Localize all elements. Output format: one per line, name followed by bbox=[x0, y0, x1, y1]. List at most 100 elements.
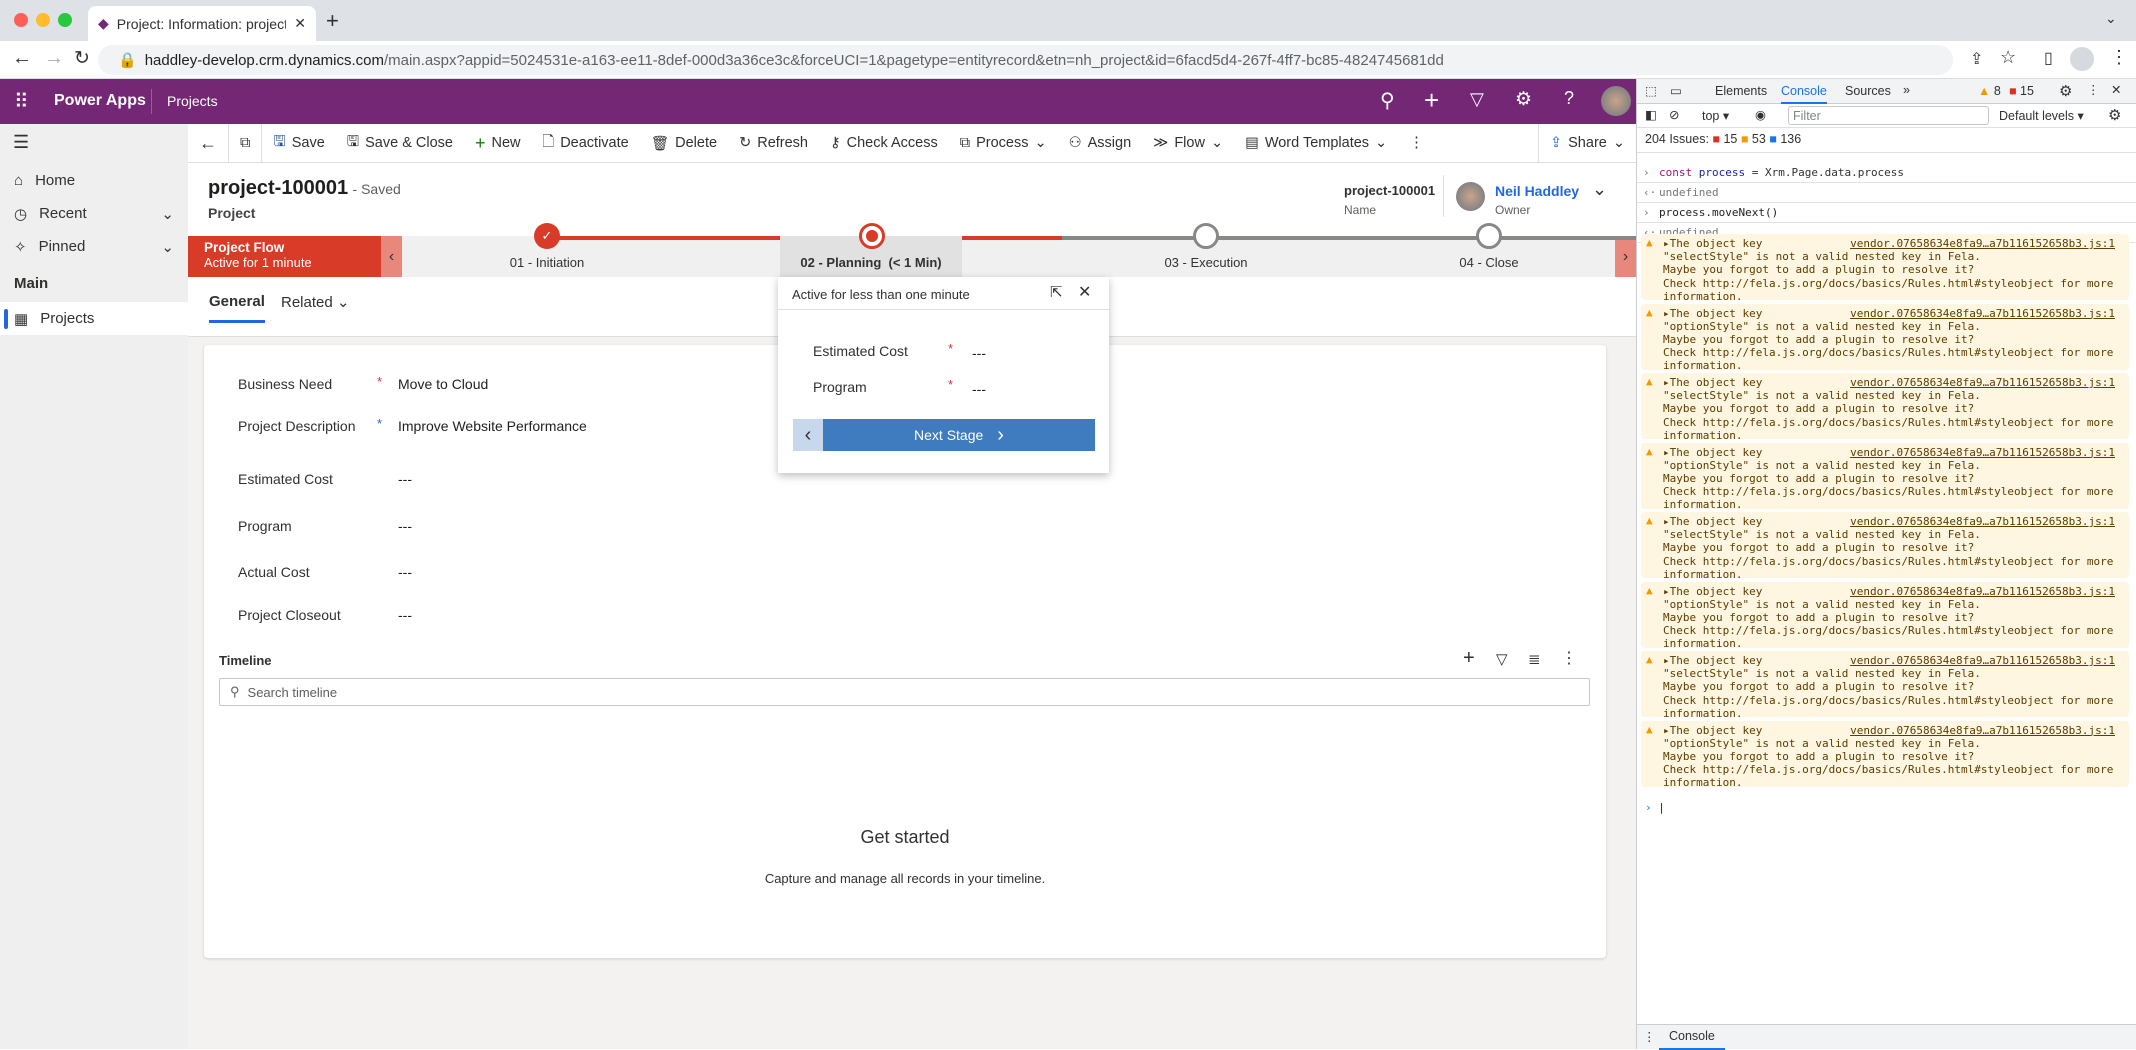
bpf-next-button[interactable]: › bbox=[1615, 236, 1636, 277]
console-warning[interactable]: ▲ ▸The object key vendor.07658634e8fa9…a… bbox=[1641, 512, 2129, 581]
bookmark-star-icon[interactable]: ☆ bbox=[2000, 47, 2016, 68]
flyout-estimated-cost-input[interactable]: --- bbox=[972, 345, 986, 361]
source-link[interactable]: vendor.07658634e8fa9…a7b116152658b3.js:1 bbox=[1850, 585, 2115, 598]
share-button[interactable]: ⇪ Share ⌄ bbox=[1537, 123, 1636, 163]
clear-console-icon[interactable]: ⊘ bbox=[1669, 107, 1679, 122]
back-icon[interactable]: ← bbox=[12, 47, 32, 70]
timeline-search-input[interactable]: ⚲ Search timeline bbox=[219, 678, 1590, 706]
deactivate-button[interactable]: 🗋 Deactivate bbox=[532, 124, 640, 163]
docs-link[interactable]: http://fela.js.org/docs/basics/Rules.htm… bbox=[1703, 694, 2054, 707]
inspect-element-icon[interactable]: ⬚ bbox=[1645, 83, 1657, 98]
stage-marker[interactable] bbox=[1193, 223, 1219, 249]
dock-flyout-icon[interactable]: ⇱ bbox=[1050, 283, 1063, 301]
browser-tab[interactable]: ◆ Project: Information: project-1 ✕ bbox=[88, 6, 316, 41]
docs-link[interactable]: http://fela.js.org/docs/basics/Rules.htm… bbox=[1703, 763, 2054, 776]
tab-console[interactable]: Console bbox=[1781, 84, 1827, 104]
source-link[interactable]: vendor.07658634e8fa9…a7b116152658b3.js:1 bbox=[1850, 237, 2115, 250]
console-filter-input[interactable]: Filter bbox=[1788, 106, 1989, 125]
save-button[interactable]: 🖫 Save bbox=[262, 124, 335, 163]
plus-icon[interactable]: + bbox=[1424, 85, 1439, 116]
side-panel-icon[interactable]: ▯ bbox=[2044, 48, 2053, 68]
drawer-menu-icon[interactable]: ⋮ bbox=[1643, 1029, 1656, 1044]
settings-gear-icon[interactable]: ⚙ bbox=[1515, 88, 1532, 111]
minimize-window-button[interactable] bbox=[36, 13, 50, 27]
maximize-window-button[interactable] bbox=[58, 13, 72, 27]
source-link[interactable]: vendor.07658634e8fa9…a7b116152658b3.js:1 bbox=[1850, 515, 2115, 528]
flow-button[interactable]: ≫ Flow ⌄ bbox=[1142, 124, 1234, 163]
hamburger-menu-icon[interactable]: ☰ bbox=[13, 132, 29, 153]
process-button[interactable]: ⧉ Process ⌄ bbox=[949, 124, 1058, 163]
share-page-icon[interactable]: ⇪ bbox=[1970, 49, 1983, 69]
new-tab-button[interactable]: + bbox=[326, 8, 339, 34]
docs-link[interactable]: http://fela.js.org/docs/basics/Rules.htm… bbox=[1703, 485, 2054, 498]
docs-link[interactable]: http://fela.js.org/docs/basics/Rules.htm… bbox=[1703, 346, 2054, 359]
tab-related[interactable]: Related ⌄ bbox=[281, 293, 349, 311]
context-select[interactable]: top ▾ bbox=[1702, 108, 1729, 123]
search-icon[interactable]: ⚲ bbox=[1380, 88, 1395, 113]
log-levels-select[interactable]: Default levels ▾ bbox=[1999, 108, 2084, 123]
docs-link[interactable]: http://fela.js.org/docs/basics/Rules.htm… bbox=[1703, 555, 2054, 568]
user-avatar[interactable] bbox=[1601, 86, 1631, 116]
close-window-button[interactable] bbox=[14, 13, 28, 27]
process-name-panel[interactable]: Project Flow Active for 1 minute bbox=[188, 236, 381, 277]
field-value-input[interactable]: --- bbox=[398, 607, 412, 623]
docs-link[interactable]: http://fela.js.org/docs/basics/Rules.htm… bbox=[1703, 277, 2054, 290]
check-icon[interactable]: ✓ bbox=[534, 223, 560, 249]
field-value-input[interactable]: --- bbox=[398, 564, 412, 580]
owner-link[interactable]: Neil Haddley bbox=[1495, 183, 1579, 199]
timeline-more-icon[interactable]: ⋮ bbox=[1561, 648, 1577, 668]
console-warning[interactable]: ▲ ▸The object key vendor.07658634e8fa9…a… bbox=[1641, 373, 2129, 442]
source-link[interactable]: vendor.07658634e8fa9…a7b116152658b3.js:1 bbox=[1850, 654, 2115, 667]
header-expand-chevron-icon[interactable]: ⌄ bbox=[1592, 179, 1607, 200]
sidebar-item-recent[interactable]: ◷ Recent ⌄ bbox=[0, 197, 188, 230]
word-templates-button[interactable]: ▤ Word Templates ⌄ bbox=[1234, 124, 1398, 163]
console-warning[interactable]: ▲ ▸The object key vendor.07658634e8fa9…a… bbox=[1641, 720, 2129, 789]
more-tabs-icon[interactable]: » bbox=[1903, 83, 1910, 97]
warning-count[interactable]: 8 bbox=[1994, 84, 2001, 98]
source-link[interactable]: vendor.07658634e8fa9…a7b116152658b3.js:1 bbox=[1850, 724, 2115, 737]
error-count[interactable]: 15 bbox=[2020, 84, 2034, 98]
devtools-settings-icon[interactable]: ⚙ bbox=[2059, 82, 2072, 100]
profile-icon[interactable] bbox=[2070, 47, 2094, 71]
app-name[interactable]: Power Apps bbox=[54, 92, 146, 110]
close-icon[interactable]: ✕ bbox=[1078, 282, 1091, 302]
save-close-button[interactable]: 🖫 Save & Close bbox=[336, 124, 464, 163]
bpf-prev-button[interactable]: ‹ bbox=[381, 236, 402, 277]
check-access-button[interactable]: ⚷ Check Access bbox=[819, 124, 949, 163]
stage-execution[interactable]: 03 - Execution bbox=[1106, 255, 1306, 270]
drawer-tab-console[interactable]: Console bbox=[1659, 1029, 1725, 1050]
reload-icon[interactable]: ↻ bbox=[74, 47, 90, 70]
help-icon[interactable]: ? bbox=[1564, 88, 1574, 109]
devtools-close-icon[interactable]: ✕ bbox=[2111, 82, 2121, 97]
sidebar-item-home[interactable]: ⌂ Home bbox=[0, 164, 188, 197]
field-value-input[interactable]: Improve Website Performance bbox=[398, 418, 587, 434]
url-input[interactable]: 🔒 haddley-develop.crm.dynamics.com/main.a… bbox=[98, 45, 1953, 75]
issues-summary[interactable]: 204 Issues: ■ 15 ■ 53 ■ 136 bbox=[1645, 132, 1801, 146]
console-warning[interactable]: ▲ ▸The object key vendor.07658634e8fa9…a… bbox=[1641, 442, 2129, 511]
live-expression-eye-icon[interactable]: ◉ bbox=[1755, 107, 1766, 122]
sidebar-item-pinned[interactable]: ✧ Pinned ⌄ bbox=[0, 230, 188, 263]
stage-initiation[interactable]: 01 - Initiation bbox=[447, 255, 647, 270]
browser-menu-icon[interactable]: ⋮ bbox=[2110, 47, 2128, 68]
tab-search-chevron-icon[interactable]: ⌄ bbox=[2105, 10, 2117, 27]
console-warning[interactable]: ▲ ▸The object key vendor.07658634e8fa9…a… bbox=[1641, 651, 2129, 720]
tab-sources[interactable]: Sources bbox=[1845, 84, 1891, 98]
field-value-input[interactable]: Move to Cloud bbox=[398, 376, 488, 392]
source-link[interactable]: vendor.07658634e8fa9…a7b116152658b3.js:1 bbox=[1850, 307, 2115, 320]
assign-button[interactable]: ⚇ Assign bbox=[1058, 124, 1143, 163]
back-button[interactable]: ← bbox=[188, 123, 229, 163]
filter-icon[interactable]: ▽ bbox=[1470, 89, 1484, 110]
close-tab-icon[interactable]: ✕ bbox=[294, 15, 306, 32]
forward-icon[interactable]: → bbox=[44, 47, 64, 70]
console-warning[interactable]: ▲ ▸The object key vendor.07658634e8fa9…a… bbox=[1641, 303, 2129, 372]
sidebar-item-projects[interactable]: ▦ Projects bbox=[0, 302, 188, 335]
timeline-filter-icon[interactable]: ▽ bbox=[1496, 650, 1508, 668]
console-warning[interactable]: ▲ ▸The object key vendor.07658634e8fa9…a… bbox=[1641, 234, 2129, 303]
devtools-menu-icon[interactable]: ⋮ bbox=[2087, 82, 2100, 97]
source-link[interactable]: vendor.07658634e8fa9…a7b116152658b3.js:1 bbox=[1850, 446, 2115, 459]
flyout-program-input[interactable]: --- bbox=[972, 381, 986, 397]
stage-planning[interactable]: 02 - Planning (< 1 Min) bbox=[780, 255, 962, 270]
previous-stage-button[interactable]: ‹ bbox=[793, 419, 823, 451]
docs-link[interactable]: http://fela.js.org/docs/basics/Rules.htm… bbox=[1703, 624, 2054, 637]
timeline-sort-icon[interactable]: ≣ bbox=[1528, 650, 1541, 668]
